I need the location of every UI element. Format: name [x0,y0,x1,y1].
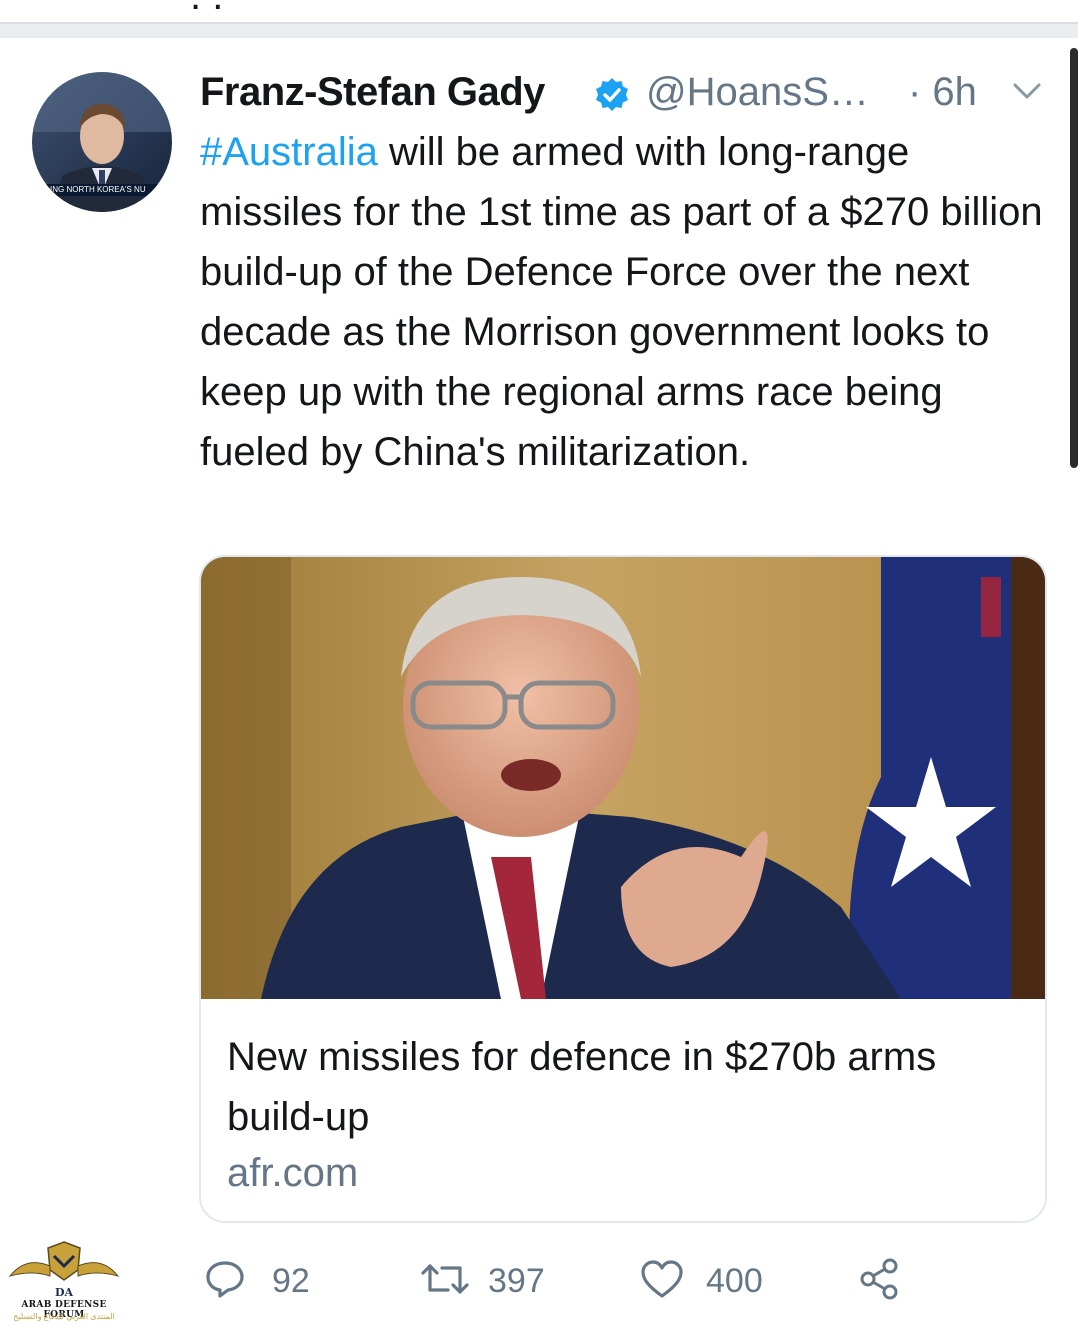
reply-icon [206,1261,244,1298]
card-image [201,557,1045,999]
previous-tweet-fragment: . . [0,0,1078,22]
retweet-button[interactable]: 397 [420,1250,560,1310]
share-button[interactable] [858,1250,908,1310]
retweet-icon [421,1264,469,1294]
like-count: 400 [706,1262,763,1300]
retweet-count: 397 [488,1262,545,1300]
like-button[interactable]: 400 [640,1250,780,1310]
share-icon [860,1258,898,1300]
like-icon [641,1260,683,1298]
reply-button[interactable]: 92 [204,1250,324,1310]
avatar[interactable]: ING NORTH KOREA'S NU [32,72,172,212]
tweet-text: #Australia will be armed with long-range… [200,122,1060,482]
card-title[interactable]: New missiles for defence in $270b arms b… [227,1027,1027,1147]
reply-count: 92 [272,1262,310,1300]
watermark-arabic: المنتدى العربي للدفاع والتسليح [13,1312,115,1321]
tweet-timestamp[interactable]: · 6h [908,70,977,115]
link-card[interactable]: New missiles for defence in $270b arms b… [199,555,1047,1223]
tweet-header: Franz-Stefan Gady @HoansS… · 6h [200,66,1060,122]
author-handle[interactable]: @HoansS… [646,70,869,115]
hashtag-link[interactable]: #Australia [200,130,378,174]
scrollbar[interactable] [1070,48,1078,468]
avatar-caption: ING NORTH KOREA'S NU [50,185,146,194]
forum-watermark-logo: DA ARAB DEFENSE FORUM المنتدى العربي للد… [6,1236,122,1326]
tweet-body: will be armed with long-range missiles f… [200,130,1043,474]
watermark-abbr: DA [54,1286,74,1299]
verified-badge-icon [596,78,628,111]
tweet-actions: 92 397 400 [0,1250,1078,1310]
card-domain: afr.com [227,1151,359,1195]
chevron-down-icon[interactable] [1012,80,1042,104]
author-name[interactable]: Franz-Stefan Gady [200,70,545,115]
timeline-divider [0,22,1078,38]
